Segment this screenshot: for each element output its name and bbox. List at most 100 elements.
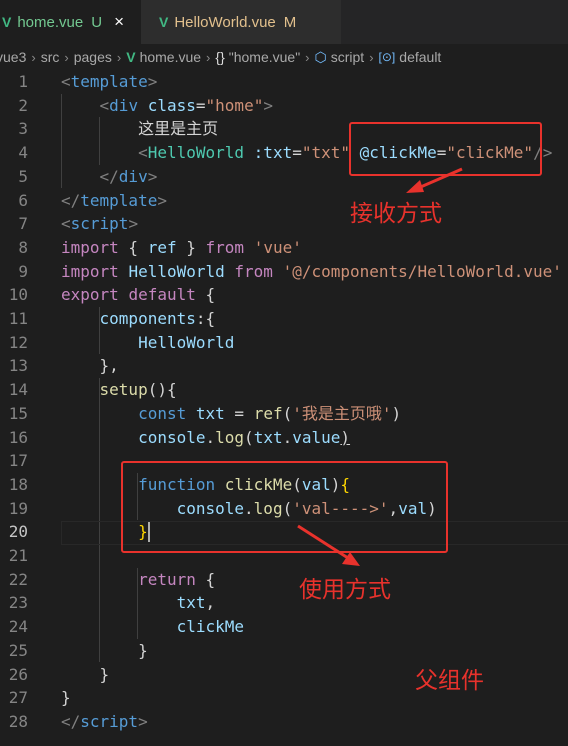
chevron-right-icon: › (305, 49, 310, 65)
code-token: ) (391, 403, 402, 423)
code-line[interactable]: 1 <template> (0, 70, 568, 94)
code-text: </script> (61, 710, 148, 734)
code-token: } (176, 237, 206, 257)
tab-home-vue[interactable]: V home.vue U × (0, 0, 141, 44)
code-token: , (205, 593, 216, 613)
chevron-right-icon: › (31, 49, 36, 65)
chevron-right-icon: › (369, 49, 374, 65)
chevron-right-icon: › (116, 49, 122, 65)
code-token: class (147, 95, 196, 115)
code-token: < (61, 214, 71, 234)
code-token: </ (61, 190, 81, 210)
tab-helloworld-vue[interactable]: V HelloWorld.vue M (141, 0, 341, 44)
line-number: 11 (8, 309, 28, 328)
untracked-badge: U (91, 13, 103, 31)
line-number: 16 (8, 427, 28, 447)
code-line[interactable]: 8 import { ref } from 'vue' (0, 236, 568, 260)
code-token: { (118, 237, 148, 257)
line-number: 2 (18, 95, 28, 115)
close-icon[interactable]: × (114, 12, 124, 32)
line-number: 18 (8, 474, 28, 494)
code-line[interactable]: 23 txt, (0, 591, 568, 615)
code-token: ref (147, 237, 177, 257)
code-token: :txt (253, 143, 293, 163)
code-line[interactable]: 11 components:{ (0, 307, 568, 331)
code-text: import HelloWorld from '@/components/Hel… (61, 260, 562, 284)
code-token: txt (253, 427, 283, 447)
code-line[interactable]: 12 HelloWorld (0, 331, 568, 355)
breadcrumb-item[interactable]: vue3 (0, 49, 26, 65)
tab-bar: V home.vue U × V HelloWorld.vue M (0, 0, 568, 44)
code-line[interactable]: 15 const txt = ref('我是主页哦') (0, 402, 568, 426)
code-line[interactable]: 22 return { (0, 568, 568, 592)
code-token: HelloWorld (147, 143, 245, 163)
line-number: 13 (8, 356, 28, 376)
code-text: }, (61, 354, 119, 378)
breadcrumb-item[interactable]: default (399, 49, 441, 65)
chevron-right-icon: › (64, 49, 69, 65)
line-number: 12 (8, 332, 28, 352)
code-line[interactable]: 24 clickMe (0, 615, 568, 639)
code-token: </ (99, 166, 119, 186)
code-token: HelloWorld (138, 332, 235, 352)
code-line[interactable]: 7 <script> (0, 212, 568, 236)
breadcrumb-item[interactable]: script (331, 49, 364, 65)
line-number: 8 (18, 237, 28, 257)
code-text: return { (61, 568, 215, 592)
parent-component-annotation: 父组件 (415, 668, 484, 694)
breadcrumb-item[interactable]: "home.vue" (229, 49, 300, 65)
code-token: </ (61, 711, 81, 731)
code-token: template (70, 72, 148, 91)
vue-icon: V (159, 14, 169, 30)
line-number: 4 (18, 143, 28, 163)
code-line[interactable]: 28 </script> (0, 710, 568, 734)
receive-annotation: 接收方式 (350, 201, 442, 227)
breadcrumb-item[interactable]: home.vue (140, 49, 201, 65)
code-token: = (292, 143, 302, 163)
code-token: "home" (205, 95, 264, 115)
code-token: '@/components/HelloWorld.vue' (282, 261, 562, 281)
code-token: . (282, 427, 293, 447)
breadcrumb-item[interactable]: pages (74, 49, 112, 65)
line-number: 9 (18, 261, 28, 281)
line-number: 15 (8, 403, 28, 423)
code-line[interactable]: 13 }, (0, 354, 568, 378)
code-text: } (61, 639, 148, 663)
line-number: 23 (8, 593, 28, 613)
line-number: 10 (8, 285, 28, 305)
code-line[interactable]: 16 console.log(txt.value) (0, 426, 568, 450)
code-token: return (138, 569, 196, 589)
code-token: :{ (195, 309, 216, 328)
use-highlight-box (121, 461, 448, 553)
code-token: 'vue' (253, 237, 302, 257)
code-line[interactable]: 10 export default { (0, 283, 568, 307)
code-token: { (195, 569, 216, 589)
line-number: 6 (18, 190, 28, 210)
chevron-right-icon: › (206, 49, 211, 65)
code-line[interactable]: 9 import HelloWorld from '@/components/He… (0, 260, 568, 284)
breadcrumb-item[interactable]: src (41, 49, 60, 65)
code-text: HelloWorld (61, 331, 234, 355)
code-text: <template> (61, 70, 157, 94)
code-text: import { ref } from 'vue' (61, 236, 302, 260)
code-text: </template> (61, 189, 167, 213)
code-line[interactable]: 14 setup(){ (0, 378, 568, 402)
vue-icon: V (2, 14, 12, 30)
code-text: txt, (61, 591, 216, 615)
code-line[interactable]: 25 } (0, 639, 568, 663)
code-token: > (138, 711, 148, 731)
code-token: script (70, 214, 129, 234)
code-token: HelloWorld (128, 261, 225, 281)
code-token: < (99, 95, 110, 115)
code-line[interactable]: 2 <div class="home"> (0, 94, 568, 118)
code-token: 这里是主页 (61, 119, 219, 139)
line-number: 1 (18, 72, 28, 91)
code-line[interactable]: 6 </template> (0, 189, 568, 213)
